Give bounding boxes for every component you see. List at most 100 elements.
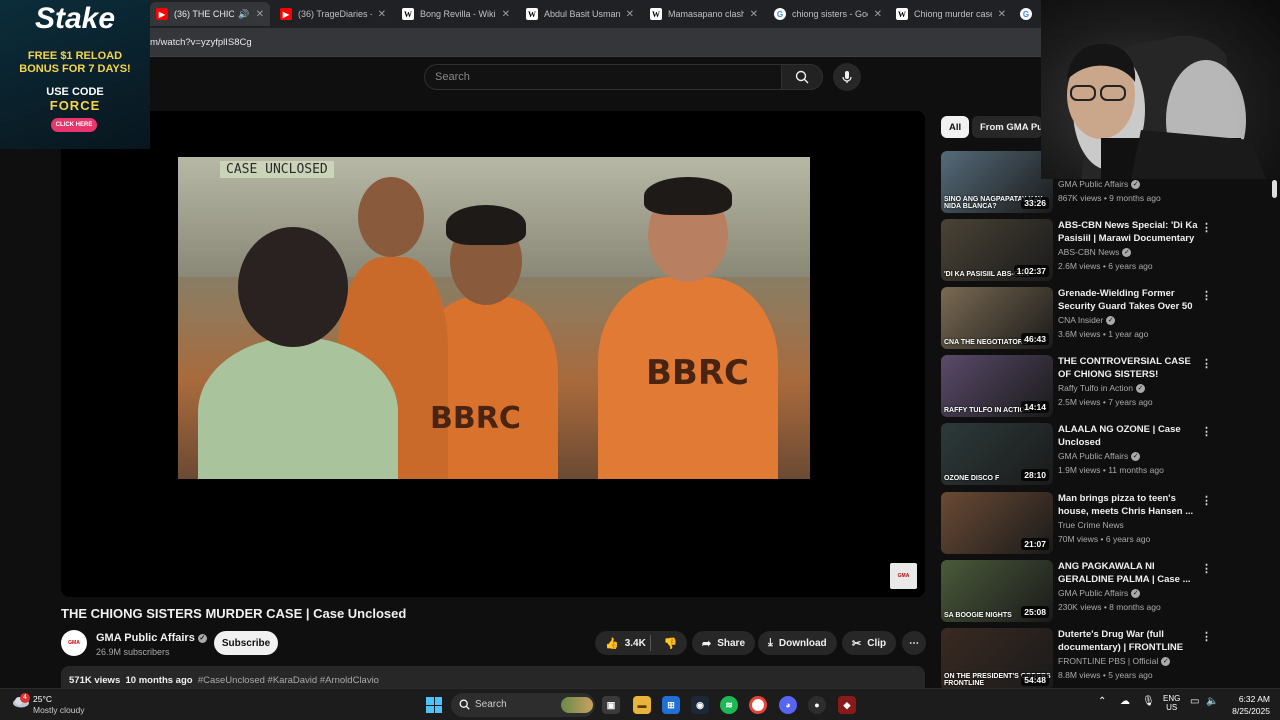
video-thumbnail[interactable]: SA BOOGIE NIGHTS 25:08 (941, 560, 1053, 622)
ad-bonus-text: FREE $1 RELOAD BONUS FOR 7 DAYS! (19, 50, 131, 75)
thumbs-down-icon[interactable]: 👎 (664, 637, 678, 650)
more-vertical-icon[interactable]: ⋮ (1201, 425, 1212, 438)
discord-icon[interactable]: ◕ (779, 696, 797, 714)
onedrive-icon[interactable]: ☁ (1120, 696, 1130, 707)
recommended-video-meta: 1.9M views • 11 months ago (1058, 465, 1164, 475)
chrome-icon[interactable] (749, 696, 767, 714)
clip-button[interactable]: ✂ Clip (842, 631, 897, 655)
channel-watermark-icon[interactable]: GMA (890, 563, 917, 589)
chip-all[interactable]: All (941, 116, 970, 138)
browser-tab-5[interactable]: G chiong sisters - Goog ✕ (768, 2, 888, 26)
download-button[interactable]: ⤓ Download (758, 631, 837, 655)
video-thumbnail[interactable]: 'DI KA PASISIIL ABS-CBN 1:02:37 (941, 219, 1053, 281)
browser-tab-2[interactable]: W Bong Revilla - Wikipe ✕ (396, 2, 516, 26)
recommended-video-4[interactable]: OZONE DISCO F 28:10 ALAALA NG OZONE | Case… (941, 423, 1241, 485)
recommended-channel[interactable]: GMA Public Affairs ✓ (1058, 451, 1141, 462)
verified-icon: ✓ (1122, 248, 1132, 258)
recommended-video-title[interactable]: ABS-CBN News Special: 'Di Ka Pasisiil | … (1058, 219, 1198, 245)
stake-ad-overlay[interactable]: Stake FREE $1 RELOAD BONUS FOR 7 DAYS! U… (0, 0, 150, 149)
recommended-video-1[interactable]: 'DI KA PASISIIL ABS-CBN 1:02:37 ABS-CBN Ne… (941, 219, 1241, 281)
browser-tab-1[interactable]: ▶ (36) TrageDiaries - Yo ✕ (274, 2, 392, 26)
file-explorer-icon[interactable]: ▬ (633, 696, 651, 714)
steam-icon[interactable]: ◉ (691, 696, 709, 714)
recommended-video-5[interactable]: 21:07 Man brings pizza to teen's house, m… (941, 492, 1241, 554)
recommended-video-title[interactable]: Duterte's Drug War (full documentary) | … (1058, 628, 1198, 654)
browser-tab-6[interactable]: W Chiong murder case ✕ (890, 2, 1012, 26)
language-indicator[interactable]: ENG US (1163, 694, 1180, 712)
browser-tab-0[interactable]: ▶ (36) THE CHIONG 🔊 ✕ (150, 2, 270, 26)
video-player[interactable]: CASE UNCLOSED BBRC BBRC GMA (61, 111, 925, 597)
recommended-video-title[interactable]: Grenade-Wielding Former Security Guard T… (1058, 287, 1198, 314)
clock-time[interactable]: 6:32 AM (1230, 694, 1270, 704)
recommended-video-title[interactable]: ALAALA NG OZONE | Case Unclosed (1058, 423, 1198, 449)
browser-tab-7[interactable]: G ch (1014, 2, 1044, 26)
recommended-video-title[interactable]: ANG PAGKAWALA NI GERALDINE PALMA | Case … (1058, 560, 1198, 586)
recommended-channel[interactable]: FRONTLINE PBS | Official ✓ (1058, 656, 1171, 667)
share-button[interactable]: ➦ Share (692, 631, 756, 655)
video-thumbnail[interactable]: RAFFY TULFO IN ACTION 14:14 (941, 355, 1053, 417)
weather-temperature[interactable]: 25°C (33, 694, 52, 704)
voice-search-button[interactable] (833, 63, 861, 91)
recommended-channel[interactable]: Raffy Tulfo in Action ✓ (1058, 383, 1145, 394)
thumbnail-text: SA BOOGIE NIGHTS (944, 612, 1012, 619)
more-vertical-icon[interactable]: ⋮ (1201, 630, 1212, 643)
tab-close-icon[interactable]: ✕ (626, 9, 634, 20)
spotify-icon[interactable]: ≋ (720, 696, 738, 714)
speaker-icon[interactable]: 🔊 (238, 9, 249, 20)
more-vertical-icon[interactable]: ⋮ (1201, 357, 1212, 370)
recommended-channel[interactable]: CNA Insider ✓ (1058, 315, 1116, 326)
video-thumbnail[interactable]: OZONE DISCO F 28:10 (941, 423, 1053, 485)
more-vertical-icon[interactable]: ⋮ (1201, 562, 1212, 575)
video-thumbnail[interactable]: SINO ANG NAGPAPATAY KAY NIDA BLANCA? 33:2… (941, 151, 1053, 213)
scrollbar-thumb[interactable] (1272, 180, 1277, 198)
recommended-video-6[interactable]: SA BOOGIE NIGHTS 25:08 ANG PAGKAWALA NI GE… (941, 560, 1241, 622)
recommended-video-title[interactable]: THE CONTROVERSIAL CASE OF CHIONG SISTERS… (1058, 355, 1198, 381)
video-thumbnail[interactable]: ON THE PRESIDENT'S ORDERS FRONTLINE 54:48 (941, 628, 1053, 690)
recommended-video-2[interactable]: CNA THE NEGOTIATORS 46:43 Grenade-Wielding… (941, 287, 1241, 349)
microphone-icon[interactable]: 🎙 (1142, 696, 1155, 707)
browser-tab-4[interactable]: W Mamasapano clash - ✕ (644, 2, 764, 26)
ad-cta-button[interactable]: CLICK HERE (51, 118, 97, 132)
browser-tab-3[interactable]: W Abdul Basit Usman - ✕ (520, 2, 640, 26)
tab-close-icon[interactable]: ✕ (750, 9, 758, 20)
tab-close-icon[interactable]: ✕ (998, 9, 1006, 20)
recommended-video-7[interactable]: ON THE PRESIDENT'S ORDERS FRONTLINE 54:48… (941, 628, 1241, 690)
more-vertical-icon[interactable]: ⋮ (1201, 289, 1212, 302)
search-input[interactable]: Search (424, 64, 782, 90)
hashtags[interactable]: #CaseUnclosed #KaraDavid #ArnoldClavio (198, 675, 379, 686)
obs-icon[interactable]: ● (808, 696, 826, 714)
recommended-channel[interactable]: ABS-CBN News ✓ (1058, 247, 1132, 258)
clock-date[interactable]: 8/25/2025 (1222, 706, 1270, 716)
tab-close-icon[interactable]: ✕ (256, 9, 264, 20)
recommended-video-title[interactable]: Man brings pizza to teen's house, meets … (1058, 492, 1198, 518)
video-thumbnail[interactable]: 21:07 (941, 492, 1053, 554)
taskbar-search[interactable]: Search (451, 693, 595, 717)
store-icon[interactable]: ⊞ (662, 696, 680, 714)
search-button[interactable] (781, 64, 823, 90)
more-vertical-icon[interactable]: ⋮ (1201, 494, 1212, 507)
video-thumbnail[interactable]: CNA THE NEGOTIATORS 46:43 (941, 287, 1053, 349)
chip-from-channel[interactable]: From GMA Publ (972, 116, 1042, 138)
tab-close-icon[interactable]: ✕ (378, 9, 386, 20)
recommended-video-3[interactable]: RAFFY TULFO IN ACTION 14:14 THE CONTROVERS… (941, 355, 1241, 417)
tab-close-icon[interactable]: ✕ (502, 9, 510, 20)
like-count[interactable]: 3.4K (625, 638, 646, 649)
subscribe-button[interactable]: Subscribe (214, 631, 278, 655)
display-icon[interactable]: ▭ (1190, 696, 1199, 707)
more-vertical-icon[interactable]: ⋮ (1201, 221, 1212, 234)
url-text[interactable]: m/watch?v=yzyfplIS8Cg (150, 37, 252, 48)
tab-close-icon[interactable]: ✕ (874, 9, 882, 20)
recommended-channel[interactable]: True Crime News (1058, 520, 1124, 530)
weather-condition[interactable]: Mostly cloudy (33, 705, 85, 715)
channel-avatar[interactable]: GMA (61, 630, 87, 656)
channel-name[interactable]: GMA Public Affairs ✓ (96, 632, 207, 644)
task-view-icon[interactable]: ▣ (602, 696, 620, 714)
windows-start-icon[interactable] (426, 697, 442, 713)
thumbs-up-icon[interactable]: 👍 (605, 637, 619, 650)
more-actions-button[interactable]: ⋯ (902, 631, 926, 655)
chevron-up-icon[interactable]: ⌃ (1098, 696, 1106, 707)
game-app-icon[interactable]: ◆ (838, 696, 856, 714)
volume-icon[interactable]: 🔈 (1206, 696, 1218, 707)
recommended-channel[interactable]: GMA Public Affairs ✓ (1058, 179, 1141, 190)
recommended-channel[interactable]: GMA Public Affairs ✓ (1058, 588, 1141, 599)
